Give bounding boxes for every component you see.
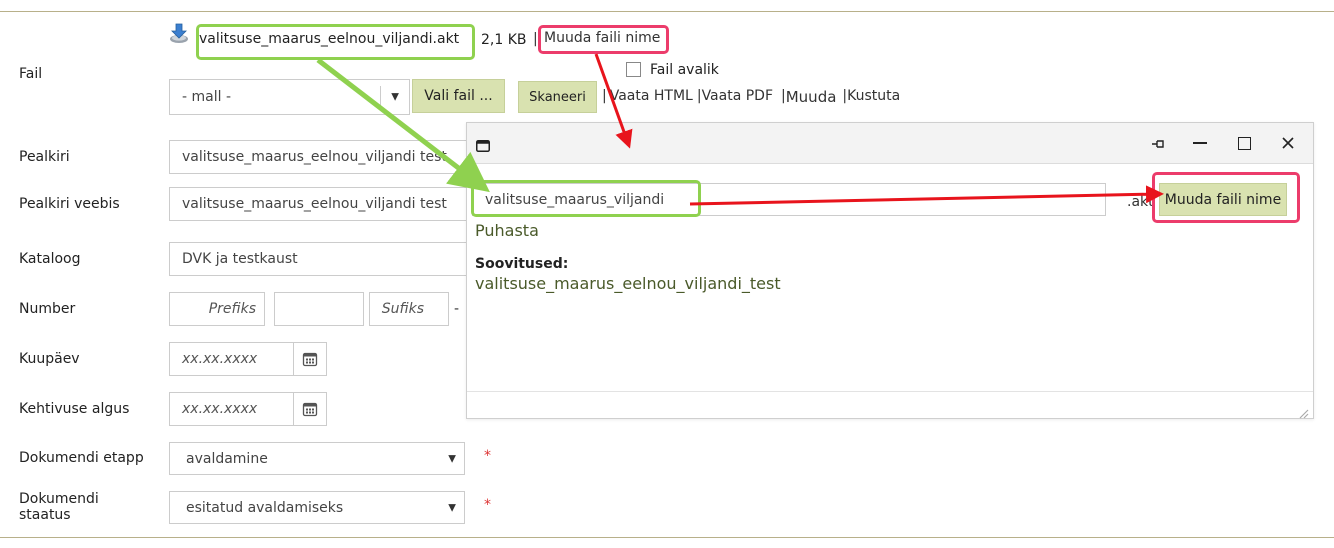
red-arrow-down [594, 53, 633, 149]
red-arrow-right [689, 185, 1164, 206]
annotation-arrows [316, 53, 1164, 206]
green-arrow [316, 58, 490, 193]
